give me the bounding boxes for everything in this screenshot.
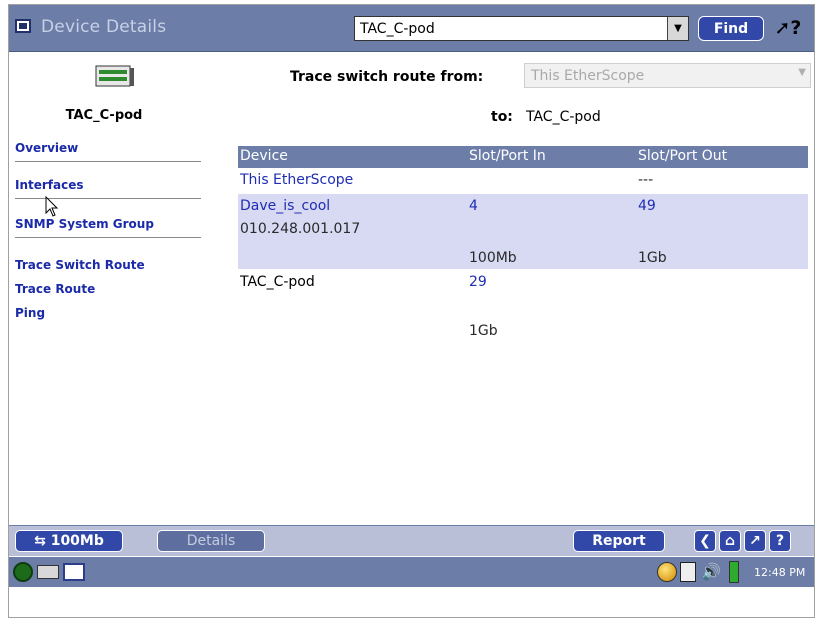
trace-from-value: This EtherScope: [531, 68, 645, 84]
clock: 12:48 PM: [754, 566, 806, 579]
clipboard-icon[interactable]: [680, 562, 696, 582]
row-speed-in: 1Gb: [469, 323, 498, 339]
link-speed-button[interactable]: ⇆ 100Mb: [15, 530, 123, 552]
sidebar-item-trace-route[interactable]: Trace Route: [15, 282, 95, 296]
switch-icon: [95, 65, 134, 87]
globe-icon[interactable]: [657, 562, 677, 582]
row-port-in[interactable]: 29: [469, 274, 487, 290]
sidebar-divider: [15, 198, 201, 199]
trace-from-select[interactable]: This EtherScope ▼: [524, 63, 811, 88]
to-label: to:: [491, 109, 513, 125]
help-pointer-icon[interactable]: ➚?: [774, 15, 802, 41]
tools-icon[interactable]: ↗: [744, 530, 766, 552]
column-header-slot-port-in: Slot/Port In: [469, 148, 546, 164]
column-header-slot-port-out: Slot/Port Out: [638, 148, 728, 164]
taskbar: 🔊 12:48 PM: [9, 557, 814, 587]
speaker-icon[interactable]: 🔊: [701, 561, 723, 583]
route-table-header: Device Slot/Port In Slot/Port Out: [238, 146, 808, 168]
window-icon[interactable]: [63, 563, 85, 581]
sidebar-divider: [15, 161, 201, 162]
row-device[interactable]: TAC_C-pod: [240, 274, 315, 290]
to-value: TAC_C-pod: [526, 109, 601, 125]
keyboard-icon[interactable]: [37, 565, 59, 579]
battery-icon: [729, 561, 739, 583]
device-select-value: TAC_C-pod: [360, 21, 435, 37]
mouse-cursor-icon: [45, 196, 59, 217]
app-title: Device Details: [41, 17, 167, 37]
sidebar-divider: [15, 237, 201, 238]
link-speed-label: 100Mb: [50, 533, 104, 549]
sidebar-item-ping[interactable]: Ping: [15, 306, 45, 320]
sidebar-item-snmp-system-group[interactable]: SNMP System Group: [15, 217, 154, 231]
chevron-down-icon[interactable]: ▼: [798, 67, 806, 78]
row-device[interactable]: Dave_is_cool: [240, 198, 330, 214]
device-select[interactable]: TAC_C-pod ▼: [354, 16, 689, 41]
home-icon[interactable]: ⌂: [719, 530, 741, 552]
column-header-device: Device: [240, 148, 288, 164]
trace-from-label: Trace switch route from:: [290, 69, 484, 85]
row-port-out[interactable]: 49: [638, 198, 656, 214]
screen: Device Details TAC_C-pod ▼ Find ➚? TAC_C…: [8, 4, 815, 618]
row-port-out: ---: [638, 172, 654, 188]
sidebar-item-overview[interactable]: Overview: [15, 141, 78, 155]
row-port-in[interactable]: 4: [469, 198, 478, 214]
help-button[interactable]: ?: [769, 530, 791, 552]
sidebar-device-name: TAC_C-pod: [65, 108, 143, 123]
details-button[interactable]: Details: [157, 530, 265, 552]
network-link-icon: ⇆: [34, 533, 46, 549]
find-button[interactable]: Find: [698, 16, 764, 41]
chevron-down-icon[interactable]: ▼: [667, 17, 688, 40]
row-speed-out: 1Gb: [638, 250, 667, 266]
row-ip-address: 010.248.001.017: [240, 221, 361, 237]
report-button[interactable]: Report: [573, 530, 665, 552]
bottom-bar: ⇆ 100Mb Details Report ❮ ⌂ ↗ ?: [9, 525, 814, 556]
row-speed-in: 100Mb: [469, 250, 517, 266]
app-window-icon: [15, 19, 31, 33]
sidebar-item-interfaces[interactable]: Interfaces: [15, 178, 84, 192]
row-device[interactable]: This EtherScope: [240, 172, 353, 188]
back-icon[interactable]: ❮: [694, 530, 716, 552]
title-bar: Device Details TAC_C-pod ▼ Find ➚?: [9, 5, 814, 52]
sidebar-item-trace-switch-route[interactable]: Trace Switch Route: [15, 258, 145, 272]
start-menu-icon[interactable]: [13, 562, 33, 582]
